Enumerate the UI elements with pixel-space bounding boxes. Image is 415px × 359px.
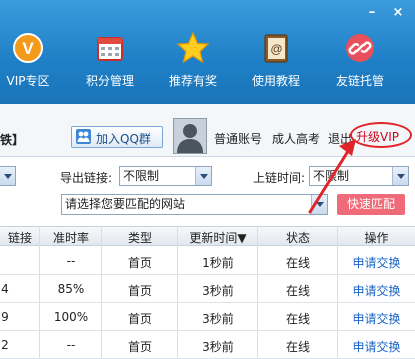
export-link-label: 导出链接:: [60, 171, 113, 185]
cell-links: 2: [1, 338, 9, 352]
nav-item-vip[interactable]: V VIP专区: [0, 30, 68, 89]
join-qq-group-label: 加入QQ群: [96, 132, 151, 146]
column-header-on-time-rate[interactable]: 准时率: [40, 229, 102, 246]
svg-text:@: @: [270, 42, 282, 56]
cell-status: 在线: [285, 340, 310, 354]
cell-type: 首页: [127, 340, 152, 354]
star-icon: [175, 30, 211, 66]
username: 成人高考: [272, 132, 321, 146]
cell-rate: 85%: [57, 282, 85, 296]
cell-links: 9: [1, 310, 9, 324]
chevron-down-icon: [392, 167, 408, 185]
nav-item-points[interactable]: 积分管理: [70, 30, 150, 89]
cell-status: 在线: [285, 284, 310, 298]
avatar: [173, 118, 207, 154]
nav-item-link-hosting[interactable]: 友链托管: [320, 30, 400, 89]
cell-type: 首页: [127, 312, 152, 326]
chevron-down-icon: [0, 167, 15, 185]
svg-text:V: V: [22, 39, 34, 58]
logout-link[interactable]: 退出: [328, 130, 352, 147]
upgrade-highlight-circle: [350, 122, 412, 148]
quick-match-button[interactable]: 快速匹配: [337, 194, 405, 215]
site-select[interactable]: 请选择您要匹配的网站: [61, 194, 328, 215]
nav-item-label: 友链托管: [335, 74, 384, 88]
cell-links: 4: [1, 282, 9, 296]
request-exchange-link[interactable]: 申请交换: [338, 254, 415, 271]
export-link-value: 不限制: [123, 169, 160, 183]
window-controls: – ×: [363, 4, 407, 22]
request-exchange-link[interactable]: 申请交换: [338, 338, 415, 355]
column-header-update-time[interactable]: 更新时间▼: [178, 229, 258, 246]
column-header-status[interactable]: 状态: [258, 229, 338, 246]
export-link-select[interactable]: 不限制: [119, 166, 212, 186]
nav-item-label: 积分管理: [85, 74, 134, 88]
request-exchange-link[interactable]: 申请交换: [338, 310, 415, 327]
request-exchange-link[interactable]: 申请交换: [338, 282, 415, 299]
truncated-label: 铁】: [0, 133, 25, 147]
partial-dropdown[interactable]: [0, 166, 16, 186]
cell-type: 首页: [127, 256, 152, 270]
chevron-down-icon: [195, 167, 211, 185]
nav-item-label: 推荐有奖: [168, 74, 217, 88]
nav-item-referral[interactable]: 推荐有奖: [153, 30, 233, 89]
book-icon: @: [258, 30, 294, 66]
column-header-action: 操作: [364, 231, 389, 245]
cell-updated: 1秒前: [202, 256, 234, 270]
cell-status: 在线: [285, 256, 310, 270]
cell-updated: 3秒前: [202, 340, 234, 354]
nav-item-label: VIP专区: [6, 74, 50, 88]
link-time-value: 不限制: [313, 169, 350, 183]
cell-rate: 100%: [53, 310, 89, 324]
nav-item-label: 使用教程: [251, 74, 300, 88]
cell-updated: 3秒前: [202, 284, 234, 298]
nav-item-tutorial[interactable]: @ 使用教程: [236, 30, 316, 89]
chevron-down-icon: [311, 195, 327, 214]
vip-icon: V: [10, 30, 46, 66]
link-time-label: 上链时间:: [253, 171, 306, 185]
cell-status: 在线: [285, 312, 310, 326]
site-select-placeholder: 请选择您要匹配的网站: [65, 197, 186, 211]
calendar-icon: [92, 30, 128, 66]
join-qq-group-button[interactable]: 加入QQ群: [71, 126, 163, 148]
column-header-type[interactable]: 类型: [102, 229, 178, 246]
column-header-links[interactable]: 链接: [0, 229, 40, 246]
qq-group-icon: [76, 129, 91, 144]
account-type: 普通账号: [214, 132, 263, 146]
cell-type: 首页: [127, 284, 152, 298]
link-hosting-icon: [342, 30, 378, 66]
cell-rate: --: [66, 254, 76, 268]
cell-rate: --: [66, 338, 76, 352]
cell-updated: 3秒前: [202, 312, 234, 326]
link-time-select[interactable]: 不限制: [309, 166, 409, 186]
close-button[interactable]: ×: [389, 4, 407, 22]
minimize-button[interactable]: –: [363, 4, 381, 22]
